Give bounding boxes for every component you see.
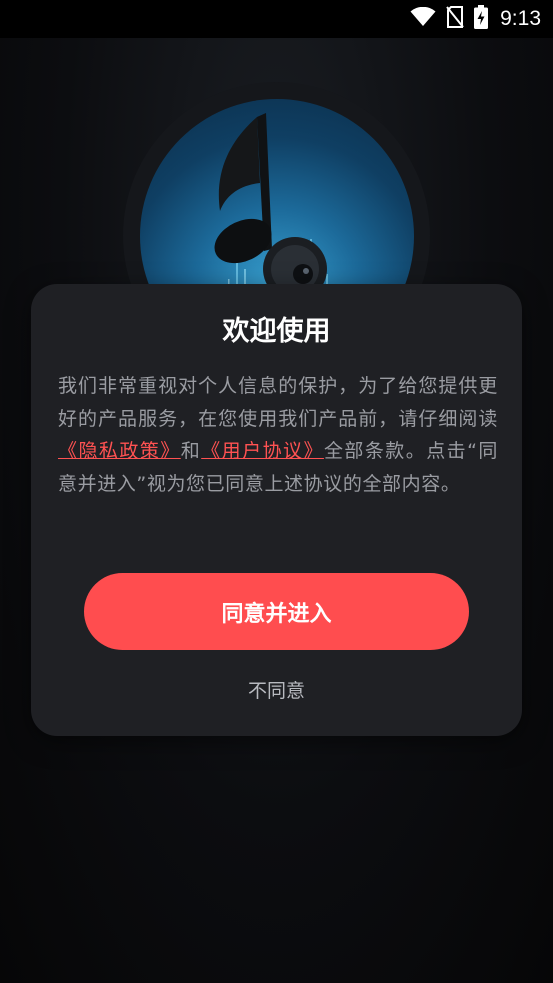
disagree-button[interactable]: 不同意	[196, 672, 357, 706]
status-bar: 9:13	[0, 0, 553, 38]
privacy-policy-link[interactable]: 《隐私政策》	[58, 440, 181, 462]
status-icons: 9:13	[410, 5, 541, 33]
dialog-body: 我们非常重视对个人信息的保护，为了给您提供更好的产品服务，在您使用我们产品前，请…	[58, 370, 498, 500]
battery-charging-icon	[474, 5, 489, 33]
no-sim-icon	[446, 6, 464, 32]
wifi-icon	[410, 6, 436, 31]
status-time: 9:13	[500, 7, 541, 30]
body-text-prefix: 我们非常重视对个人信息的保护，为了给您提供更好的产品服务，在您使用我们产品前，请…	[58, 375, 498, 430]
agree-and-enter-button[interactable]: 同意并进入	[84, 573, 469, 650]
dialog-title: 欢迎使用	[222, 316, 331, 347]
user-agreement-link[interactable]: 《用户协议》	[201, 440, 324, 462]
body-connector: 和	[180, 440, 202, 462]
